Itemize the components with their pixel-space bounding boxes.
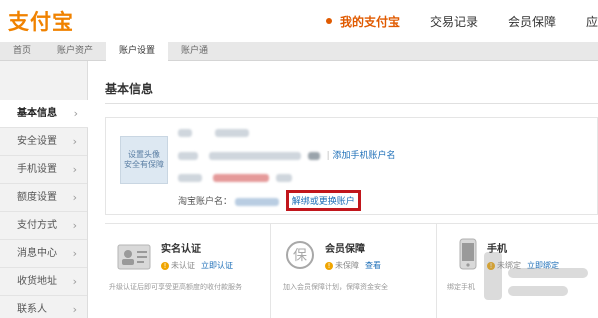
id-card-icon [117, 244, 151, 270]
blurred-text [214, 128, 249, 137]
blurred-text [307, 151, 320, 160]
info-row-taobao: 淘宝账户名： 解绑或更换账户 [178, 190, 361, 211]
main-nav: 我的支付宝 交易记录 会员保障 应用中 [318, 0, 598, 42]
sidebar-item-messages[interactable]: 消息中心 › [0, 240, 87, 268]
sidebar: 基本信息 › 安全设置 › 手机设置 › 额度设置 › 支付方式 › 消息中心 › 收货地址… [0, 61, 88, 318]
top-bar: 支付宝 我的支付宝 交易记录 会员保障 应用中 [0, 0, 598, 42]
sidebar-item-label: 收货地址 [17, 276, 57, 287]
sidebar-item-contacts[interactable]: 联系人 › [0, 296, 87, 318]
alipay-logo[interactable]: 支付宝 [8, 6, 74, 36]
info-row-email: | 添加手机账户名 [178, 148, 396, 161]
chevron-right-icon: › [72, 303, 77, 316]
card-status: ! 未认证 立即认证 [161, 260, 233, 271]
sidebar-item-label: 手机设置 [17, 164, 57, 175]
account-info-panel: 设置头像 安全有保障 | 添加手机账户名 淘宝账户名： 解绑或更换账户 [105, 117, 598, 215]
svg-text:保: 保 [293, 248, 307, 264]
sidebar-item-limit[interactable]: 额度设置 › [0, 184, 87, 212]
highlight-box: 解绑或更换账户 [285, 190, 361, 211]
status-text: 未保障 [335, 261, 359, 270]
nav-transactions[interactable]: 交易记录 [415, 13, 493, 30]
view-link[interactable]: 查看 [365, 261, 381, 270]
card-member-protection: 保 会员保障 ! 未保障 查看 加入会员保障计划，保障资金安全 [271, 224, 437, 318]
card-description: 绑定手机 [447, 283, 475, 291]
subnav-home[interactable]: 首页 [0, 42, 44, 61]
sidebar-item-payment[interactable]: 支付方式 › [0, 212, 87, 240]
card-real-name: 实名认证 ! 未认证 立即认证 升级认证后即可享受更高额度的收付款服务 [105, 224, 271, 318]
subnav-account-settings[interactable]: 账户设置 [106, 42, 169, 61]
chevron-right-icon: › [72, 135, 77, 148]
chevron-right-icon: › [72, 191, 77, 204]
taobao-account-label: 淘宝账户名： [178, 197, 233, 207]
blurred-text [178, 151, 198, 160]
warning-icon: ! [161, 261, 169, 270]
chevron-right-icon: › [72, 275, 77, 288]
alipay-window: 支付宝 我的支付宝 交易记录 会员保障 应用中 首页 账户资产 账户设置 账户通… [0, 0, 598, 318]
sidebar-item-security[interactable]: 安全设置 › [0, 128, 87, 156]
card-status: ! 未保障 查看 [325, 260, 381, 271]
sidebar-item-label: 额度设置 [17, 192, 57, 203]
status-text: 未认证 [171, 261, 195, 270]
sidebar-item-label: 基本信息 [17, 108, 57, 119]
warning-icon: ! [325, 261, 333, 270]
blurred-text [208, 151, 301, 160]
sidebar-item-basic-info[interactable]: 基本信息 › [0, 100, 88, 128]
sidebar-item-label: 支付方式 [17, 220, 57, 231]
blurred-text [234, 197, 279, 206]
chevron-right-icon: › [72, 247, 77, 260]
info-row-phone [178, 173, 292, 183]
chevron-right-icon: › [73, 107, 78, 120]
nav-member-protection[interactable]: 会员保障 [493, 13, 571, 30]
unbind-account-link[interactable]: 解绑或更换账户 [292, 197, 355, 207]
subnav-account-pass[interactable]: 账户通 [168, 42, 221, 61]
blurred-text [212, 173, 269, 182]
sidebar-item-address[interactable]: 收货地址 › [0, 268, 87, 296]
sidebar-item-label: 安全设置 [17, 136, 57, 147]
blurred-text [178, 173, 202, 182]
divider [105, 103, 598, 104]
shield-bao-icon: 保 [286, 241, 314, 269]
add-phone-account-link[interactable]: 添加手机账户名 [333, 151, 396, 161]
nav-apps[interactable]: 应用中 [571, 13, 598, 30]
verify-now-link[interactable]: 立即认证 [201, 261, 233, 270]
sub-nav: 首页 账户资产 账户设置 账户通 [0, 42, 598, 61]
sidebar-item-label: 联系人 [17, 304, 47, 315]
phone-icon [459, 238, 477, 270]
card-title: 实名认证 [161, 244, 201, 255]
avatar-hint: 设置头像 安全有保障 [124, 150, 164, 169]
card-description: 加入会员保障计划，保障资金安全 [283, 283, 388, 291]
nav-my-alipay[interactable]: 我的支付宝 [318, 13, 415, 30]
sidebar-item-phone[interactable]: 手机设置 › [0, 156, 87, 184]
subnav-assets[interactable]: 账户资产 [44, 42, 106, 61]
blurred-text [275, 173, 292, 182]
sidebar-item-label: 消息中心 [17, 248, 57, 259]
logo-text: 支付宝 [8, 9, 74, 34]
card-title: 会员保障 [325, 244, 365, 255]
chevron-right-icon: › [72, 219, 77, 232]
chevron-right-icon: › [72, 163, 77, 176]
page-title: 基本信息 [105, 82, 154, 96]
watermark-graphic [484, 252, 588, 300]
card-description: 升级认证后即可享受更高额度的收付款服务 [109, 283, 242, 291]
avatar[interactable]: 设置头像 安全有保障 [120, 136, 168, 184]
info-row-name [178, 128, 249, 138]
blurred-text [178, 128, 192, 137]
